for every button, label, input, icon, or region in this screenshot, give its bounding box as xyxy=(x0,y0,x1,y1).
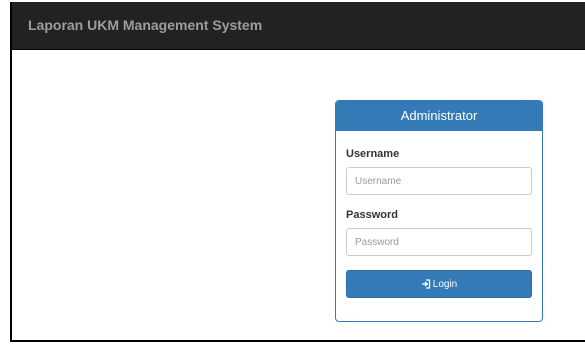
navbar-brand[interactable]: Laporan UKM Management System xyxy=(28,17,262,33)
login-panel: Administrator Username Password Login xyxy=(335,100,543,322)
panel-title: Administrator xyxy=(336,101,542,131)
login-button[interactable]: Login xyxy=(346,270,532,298)
login-button-label: Login xyxy=(432,278,458,290)
username-label: Username xyxy=(346,148,400,160)
password-label: Password xyxy=(346,209,398,221)
username-input[interactable] xyxy=(346,167,532,195)
password-input[interactable] xyxy=(346,228,532,256)
sign-in-icon xyxy=(421,279,430,289)
app-frame: Laporan UKM Management System Administra… xyxy=(10,2,585,342)
navbar: Laporan UKM Management System xyxy=(12,2,585,50)
